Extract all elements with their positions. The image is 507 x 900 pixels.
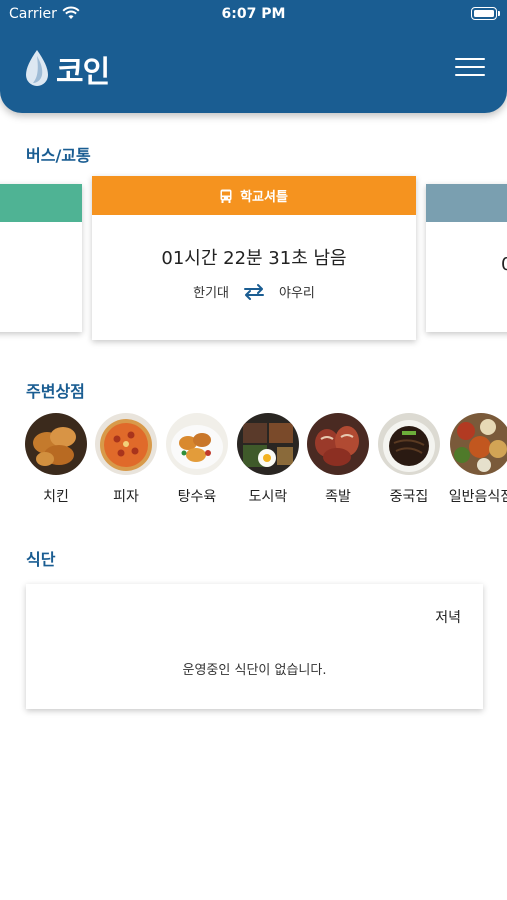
swap-direction-icon[interactable] [243, 283, 265, 301]
bus-card-previous-band [0, 184, 82, 222]
store-label: 피자 [113, 489, 139, 505]
store-category-restaurant[interactable]: 일반음식점 [446, 410, 507, 506]
fried-chicken-icon [25, 413, 87, 475]
route-from: 한기대 [193, 286, 229, 301]
sweet-sour-pork-icon [166, 413, 228, 475]
hamburger-menu-icon[interactable] [455, 58, 485, 80]
section-title-transport: 버스/교통 [26, 146, 91, 165]
store-category-list: 치킨 피자 탕수육 도시락 족발 중국집 일반음식점 [0, 410, 507, 510]
route-to: 야우리 [279, 286, 315, 301]
shuttle-card[interactable]: 학교셔틀 01시간 22분 31초 남음 한기대 야우리 [92, 176, 416, 340]
store-label: 일반음식점 [448, 489, 507, 505]
status-time: 6:07 PM [221, 6, 286, 22]
pizza-icon [95, 413, 157, 475]
store-label: 족발 [325, 489, 351, 505]
store-category-dosirak[interactable]: 도시락 [233, 410, 303, 506]
store-category-tangsuyuk[interactable]: 탕수육 [162, 410, 232, 506]
shuttle-label: 학교셔틀 [240, 190, 288, 205]
bus-card-previous[interactable] [0, 184, 82, 332]
shuttle-countdown: 01시간 22분 31초 남음 [161, 248, 347, 269]
app-logo: 코인 [24, 48, 110, 90]
korean-table-icon [450, 413, 507, 475]
meal-card[interactable]: 저녁 운영중인 식단이 없습니다. [26, 584, 483, 709]
logo-drop-icon [26, 50, 48, 86]
shuttle-card-header: 학교셔틀 [92, 176, 416, 215]
store-label: 탕수육 [177, 489, 217, 505]
section-title-meal: 식단 [26, 550, 56, 569]
store-category-chicken[interactable]: 치킨 [21, 410, 91, 506]
store-category-chinese[interactable]: 중국집 [374, 410, 444, 506]
bus-card-next-peek: 0 [501, 254, 507, 275]
store-label: 중국집 [389, 489, 429, 505]
store-category-jokbal[interactable]: 족발 [303, 410, 373, 506]
bus-card-next[interactable]: 0 [426, 184, 507, 332]
lunchbox-icon [237, 413, 299, 475]
app-header: Carrier 6:07 PM 코인 [0, 0, 507, 113]
meal-empty-message: 운영중인 식단이 없습니다. [182, 663, 327, 678]
store-category-pizza[interactable]: 피자 [91, 410, 161, 506]
section-title-stores: 주변상점 [26, 382, 85, 401]
shuttle-route: 한기대 야우리 [92, 282, 416, 301]
bus-card-next-band [426, 184, 507, 222]
store-label: 도시락 [248, 489, 288, 505]
meal-time-label[interactable]: 저녁 [435, 607, 461, 627]
status-bar: Carrier 6:07 PM [0, 0, 507, 28]
logo-text: 코인 [56, 55, 110, 90]
pork-trotters-icon [307, 413, 369, 475]
store-label: 치킨 [43, 489, 69, 505]
battery-icon [471, 7, 500, 20]
jajangmyeon-icon [378, 413, 440, 475]
bus-icon [220, 189, 232, 203]
